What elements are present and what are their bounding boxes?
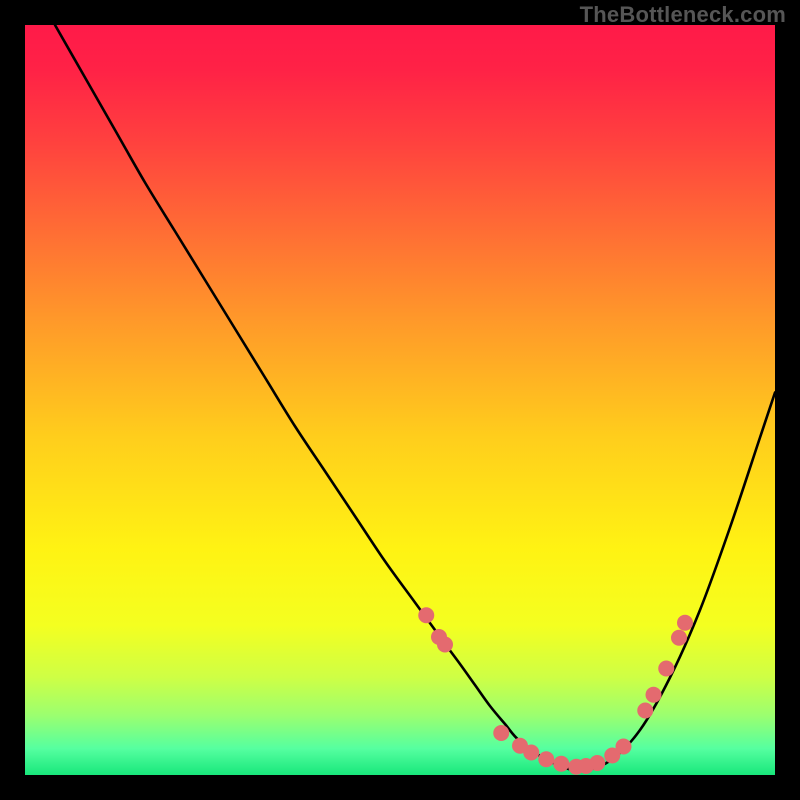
marker-dot <box>646 687 662 703</box>
marker-dot <box>589 755 605 771</box>
bottleneck-curve <box>55 25 775 771</box>
marker-dot <box>437 637 453 653</box>
watermark-text: TheBottleneck.com <box>580 2 786 28</box>
chart-overlay <box>25 25 775 775</box>
marker-dot <box>493 725 509 741</box>
marker-dot <box>637 703 653 719</box>
marker-dot <box>418 607 434 623</box>
marker-dots <box>418 607 693 775</box>
marker-dot <box>671 630 687 646</box>
plot-area <box>25 25 775 775</box>
marker-dot <box>523 745 539 761</box>
marker-dot <box>677 615 693 631</box>
marker-dot <box>616 739 632 755</box>
marker-dot <box>553 756 569 772</box>
marker-dot <box>538 751 554 767</box>
chart-stage: TheBottleneck.com <box>0 0 800 800</box>
marker-dot <box>658 661 674 677</box>
